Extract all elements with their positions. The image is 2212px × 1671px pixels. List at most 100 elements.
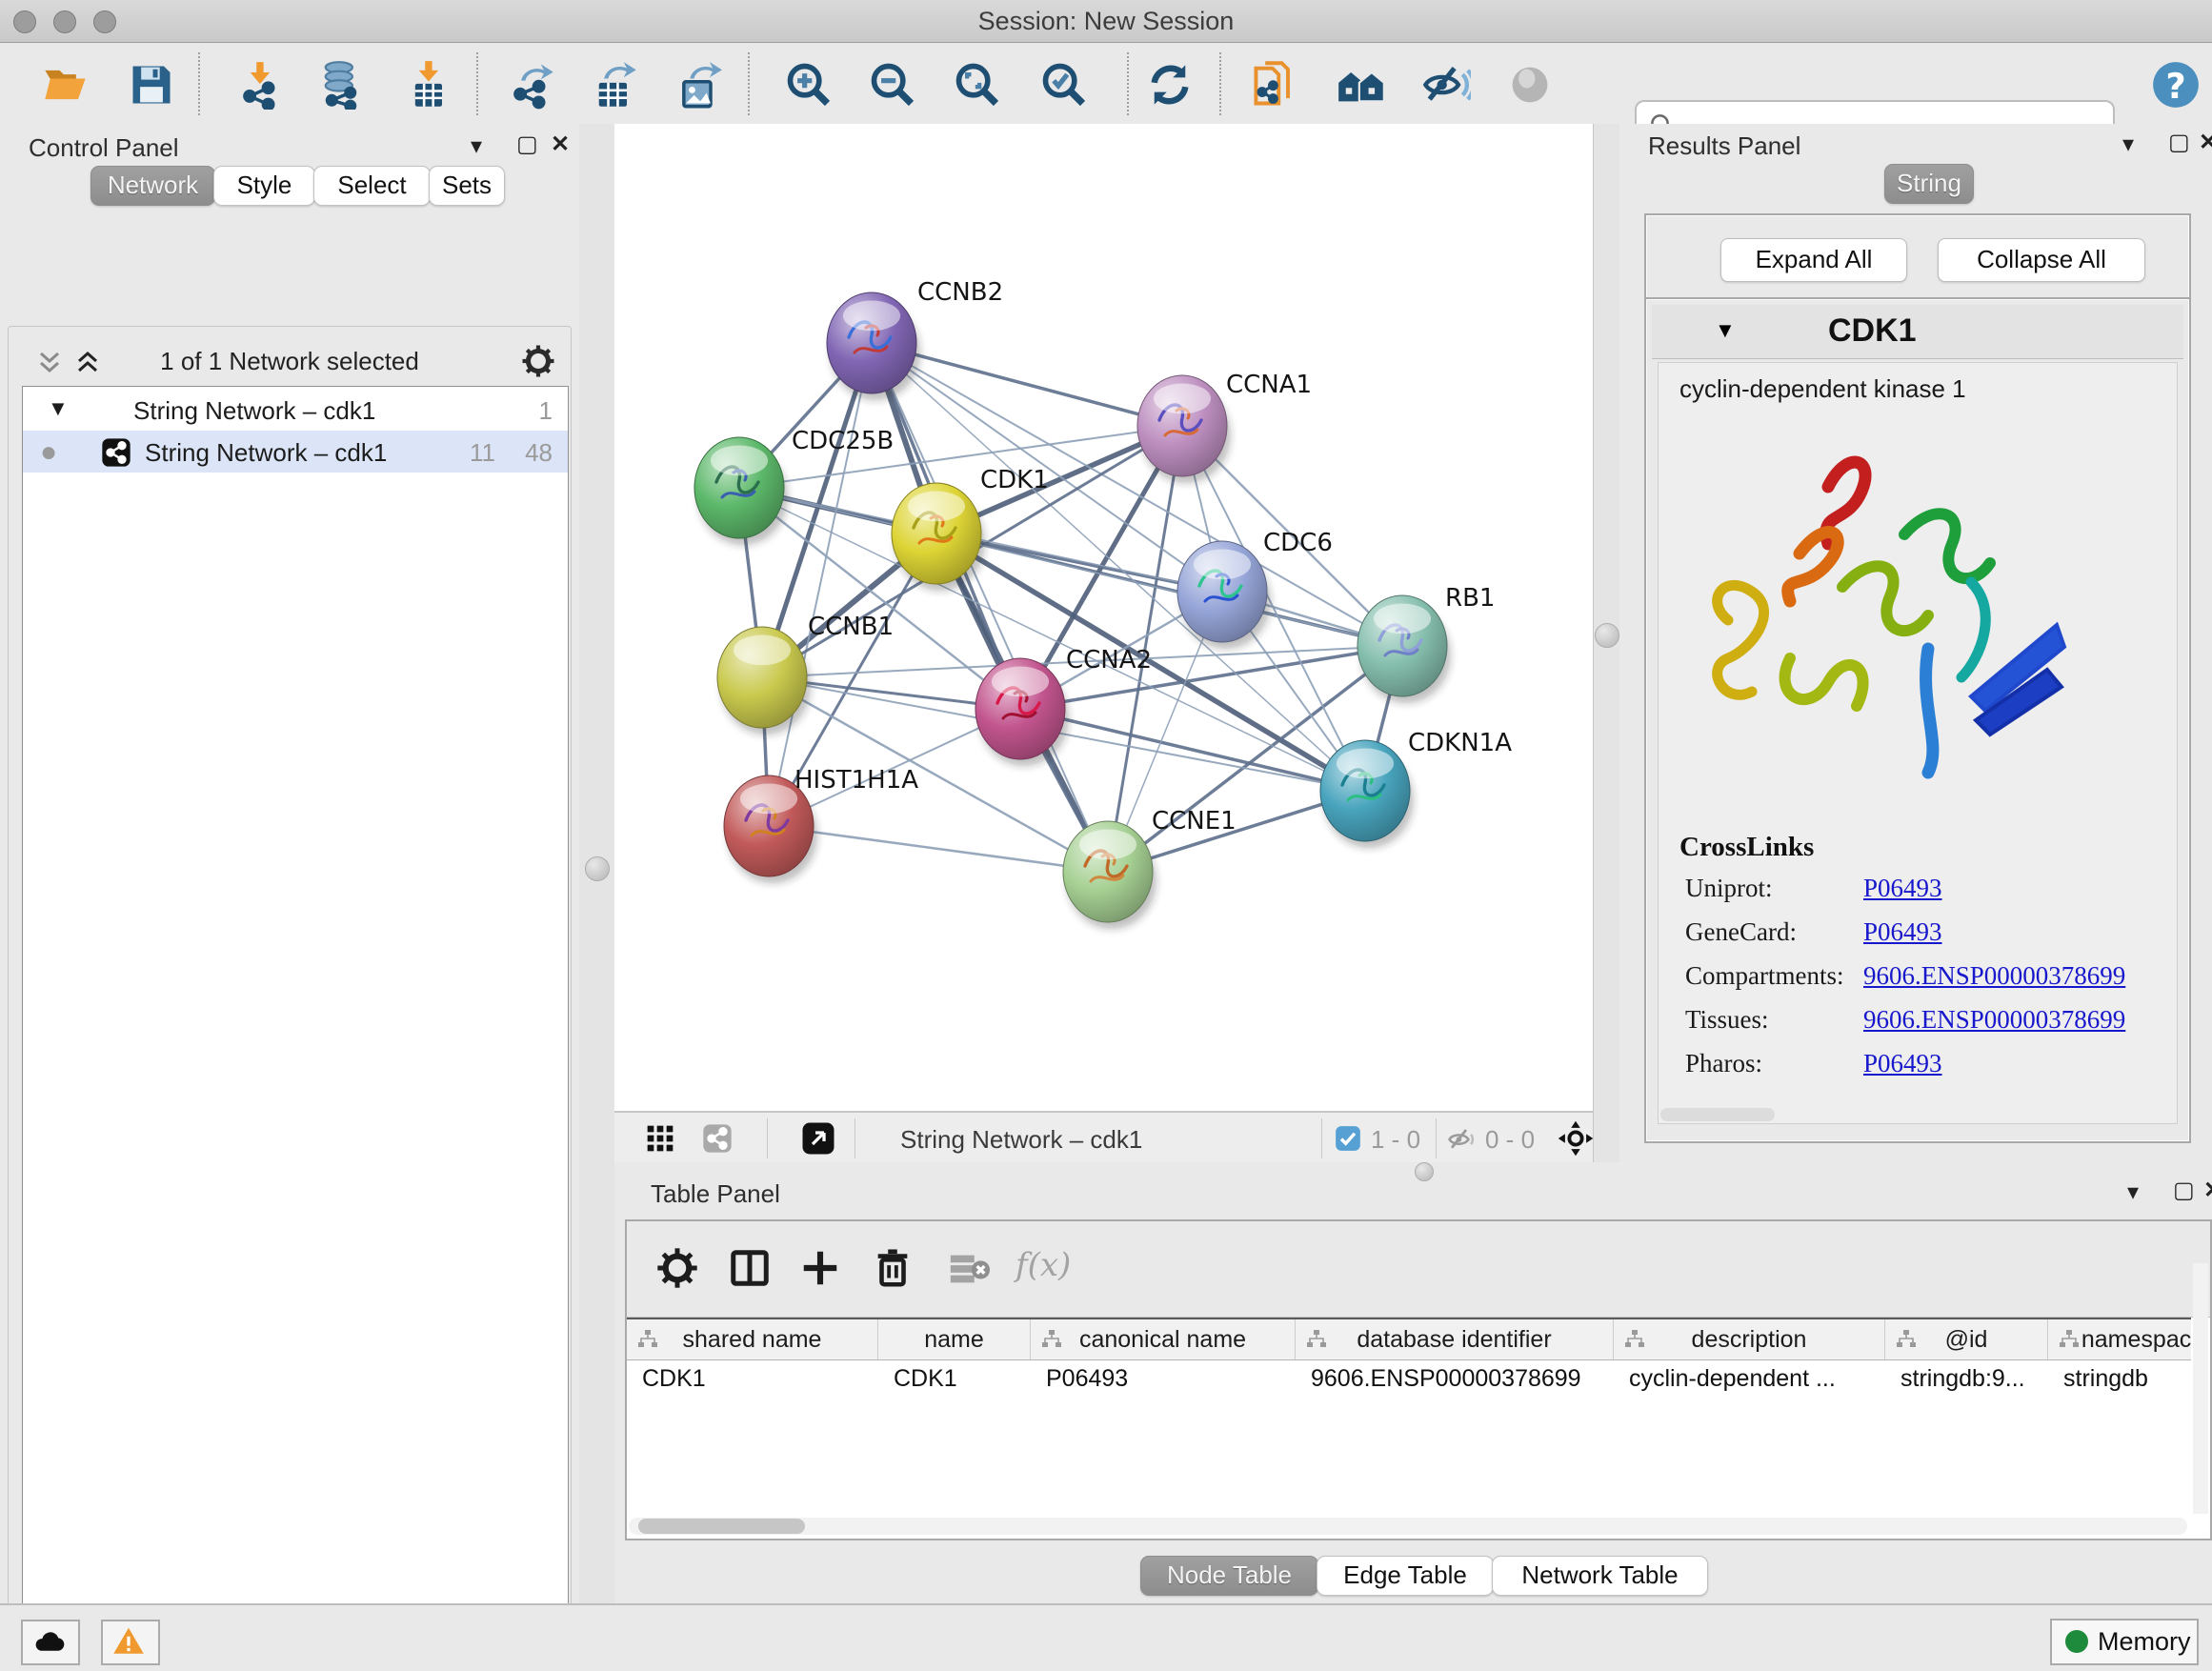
network-collection-row[interactable]: ▼ String Network – cdk1 1 <box>23 389 568 431</box>
tab-select[interactable]: Select <box>313 166 431 206</box>
expand-all-button[interactable]: Expand All <box>1720 238 1907 282</box>
crosslink-value-link[interactable]: P06493 <box>1863 1049 1942 1078</box>
zoom-out-button[interactable] <box>868 60 917 110</box>
delete-column-icon[interactable] <box>871 1246 915 1290</box>
gene-header-row[interactable]: ▼ CDK1 <box>1652 305 2183 359</box>
panel-divider-right[interactable] <box>1593 124 1621 1162</box>
maximize-panel-icon[interactable]: ▢ <box>516 133 538 156</box>
warning-status-button[interactable] <box>101 1620 160 1665</box>
node-CCNA1[interactable]: CCNA1 <box>1137 371 1312 483</box>
fit-content-crosshair-icon[interactable] <box>1558 1120 1594 1157</box>
crosslink-value-link[interactable]: 9606.ENSP00000378699 <box>1863 1005 2125 1035</box>
collection-expand-icon[interactable]: ▼ <box>48 396 69 421</box>
import-network-database-button[interactable] <box>316 60 366 110</box>
tab-string[interactable]: String <box>1884 164 1974 204</box>
refresh-button[interactable] <box>1145 60 1195 110</box>
divider-grab-handle[interactable] <box>585 856 610 881</box>
node-CDKN1A[interactable]: CDKN1A <box>1320 729 1512 848</box>
node-RB1[interactable]: RB1 <box>1357 584 1495 703</box>
selected-checkbox-icon[interactable] <box>1335 1125 1361 1152</box>
save-session-button[interactable] <box>127 60 176 110</box>
node-CCNE1[interactable]: CCNE1 <box>1063 807 1237 929</box>
table-cell[interactable]: cyclin-dependent ... <box>1614 1359 1885 1398</box>
crosslink-value-link[interactable]: P06493 <box>1863 874 1942 903</box>
open-in-new-window-icon[interactable] <box>801 1121 835 1156</box>
show-all-button[interactable] <box>1505 60 1555 110</box>
cloud-status-button[interactable] <box>21 1620 80 1665</box>
zoom-fit-button[interactable] <box>953 60 1002 110</box>
column-header-name[interactable]: name <box>878 1319 1031 1359</box>
table-cell[interactable]: CDK1 <box>878 1359 1031 1398</box>
column-header-namespace[interactable]: namespace <box>2048 1319 2191 1359</box>
memory-button[interactable]: Memory <box>2050 1619 2199 1665</box>
show-columns-icon[interactable] <box>728 1246 772 1290</box>
node-CDK1[interactable]: CDK1 <box>892 466 1049 591</box>
crosslink-value-link[interactable]: P06493 <box>1863 917 1942 947</box>
float-panel-icon[interactable]: ▾ <box>471 135 482 158</box>
string-network-graph[interactable]: CCNB2CCNA1CDC25BCDK1CDC6RB1CCNB1CCNA2CDK… <box>614 124 1593 1111</box>
results-hscroll-thumb[interactable] <box>1660 1108 1775 1121</box>
column-header-shared-name[interactable]: shared name <box>627 1319 878 1359</box>
network-row-selected[interactable]: ● String Network – cdk1 11 48 <box>23 431 568 473</box>
network-view-canvas[interactable]: CCNB2CCNA1CDC25BCDK1CDC6RB1CCNB1CCNA2CDK… <box>614 124 1593 1111</box>
table-hscroll-thumb[interactable] <box>638 1519 805 1534</box>
import-table-file-button[interactable] <box>405 60 454 110</box>
close-panel-icon[interactable]: ✕ <box>2199 131 2212 154</box>
close-panel-icon[interactable]: ✕ <box>2203 1179 2212 1202</box>
zoom-in-button[interactable] <box>784 60 834 110</box>
export-table-button[interactable] <box>590 60 639 110</box>
node-HIST1H1A[interactable]: HIST1H1A <box>724 766 918 883</box>
table-hscrollbar[interactable] <box>629 1518 2187 1535</box>
import-network-file-button[interactable] <box>236 60 286 110</box>
table-gear-icon[interactable] <box>655 1246 699 1290</box>
network-share-icon-gray[interactable] <box>702 1123 733 1154</box>
maximize-panel-icon[interactable]: ▢ <box>2168 131 2190 154</box>
table-cell[interactable]: stringdb <box>2048 1359 2191 1398</box>
float-panel-icon[interactable]: ▾ <box>2127 1181 2139 1204</box>
tab-network[interactable]: Network <box>90 166 215 206</box>
hide-selected-button[interactable] <box>1421 60 1471 110</box>
export-image-button[interactable] <box>674 60 723 110</box>
edge-CCNA2-CDKN1A[interactable] <box>1020 709 1365 791</box>
expand-all-networks-icon[interactable] <box>73 348 102 376</box>
float-panel-icon[interactable]: ▾ <box>2122 133 2134 156</box>
node-CDC25B[interactable]: CDC25B <box>694 427 894 545</box>
birds-eye-grid-icon[interactable] <box>645 1123 675 1154</box>
divider-grab-handle[interactable] <box>1415 1162 1434 1181</box>
collapse-all-button[interactable]: Collapse All <box>1938 238 2145 282</box>
clone-network-button[interactable] <box>1251 60 1300 110</box>
open-session-button[interactable] <box>41 60 90 110</box>
edge-HIST1H1A-CCNE1[interactable] <box>769 826 1108 872</box>
gene-collapse-icon[interactable]: ▼ <box>1715 318 1736 343</box>
help-button[interactable]: ? <box>2151 60 2201 110</box>
divider-grab-handle[interactable] <box>1595 623 1619 648</box>
home-button[interactable] <box>1337 60 1386 110</box>
node-CCNB1[interactable]: CCNB1 <box>717 613 894 735</box>
tab-network-table[interactable]: Network Table <box>1492 1556 1708 1596</box>
tab-node-table[interactable]: Node Table <box>1140 1556 1318 1596</box>
collapse-all-networks-icon[interactable] <box>35 348 64 376</box>
column-header-database-identifier[interactable]: database identifier <box>1296 1319 1614 1359</box>
add-column-icon[interactable] <box>798 1246 842 1290</box>
crosslink-value-link[interactable]: 9606.ENSP00000378699 <box>1863 961 2125 991</box>
panel-divider[interactable] <box>579 124 614 1603</box>
table-vscrollbar[interactable] <box>2193 1263 2208 1514</box>
table-cell[interactable]: P06493 <box>1031 1359 1296 1398</box>
gear-icon[interactable] <box>521 344 555 378</box>
zoom-selected-button[interactable] <box>1039 60 1089 110</box>
table-cell[interactable]: 9606.ENSP00000378699 <box>1296 1359 1614 1398</box>
column-header-canonical-name[interactable]: canonical name <box>1031 1319 1296 1359</box>
node-CCNA2[interactable]: CCNA2 <box>975 646 1152 766</box>
node-CDC6[interactable]: CDC6 <box>1177 529 1333 649</box>
tab-edge-table[interactable]: Edge Table <box>1317 1556 1494 1596</box>
table-cell[interactable]: CDK1 <box>627 1359 878 1398</box>
close-panel-icon[interactable]: ✕ <box>551 133 570 156</box>
maximize-panel-icon[interactable]: ▢ <box>2173 1179 2195 1202</box>
column-header-description[interactable]: description <box>1614 1319 1885 1359</box>
tab-sets[interactable]: Sets <box>429 166 505 206</box>
tab-style[interactable]: Style <box>213 166 315 206</box>
export-network-button[interactable] <box>507 60 556 110</box>
table-cell[interactable]: stringdb:9... <box>1885 1359 2048 1398</box>
edge-CCNB2-HIST1H1A[interactable] <box>769 343 872 826</box>
column-header--id[interactable]: @id <box>1885 1319 2048 1359</box>
